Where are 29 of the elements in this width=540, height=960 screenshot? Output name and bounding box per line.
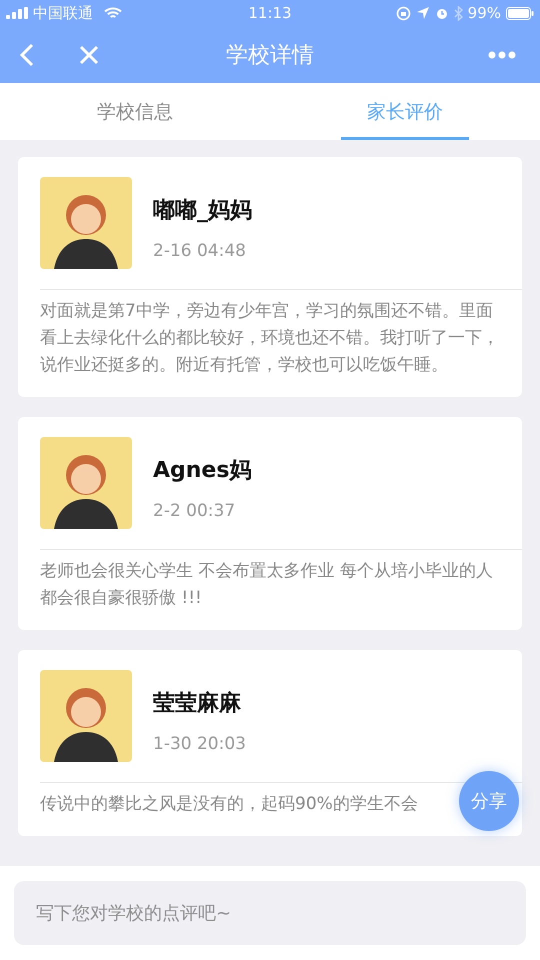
location-icon [416, 6, 430, 20]
review-text: 老师也会很关心学生 不会布置太多作业 每个从培小毕业的人都会很自豪很骄傲 !!! [40, 560, 494, 610]
wifi-icon [104, 6, 122, 20]
review-time: 2-2 00:37 [153, 501, 236, 521]
comment-field[interactable]: 写下您对学校的点评吧~ [14, 881, 526, 945]
review-text: 传说中的攀比之风是没有的，起码90%的学生不会 [40, 793, 418, 816]
avatar-icon [40, 177, 132, 269]
avatar-icon [40, 670, 132, 762]
alarm-icon [434, 6, 449, 20]
tab[interactable]: 学校信息 [71, 83, 199, 140]
reviewer-name: 嘟嘟_妈妈 [153, 197, 252, 225]
close-icon[interactable] [79, 44, 99, 64]
bluetooth-icon [454, 6, 463, 20]
battery-icon [506, 6, 534, 20]
tab[interactable]: 家长评价 [341, 83, 469, 140]
review-time: 1-30 20:03 [153, 734, 246, 754]
rotation-lock-icon [396, 6, 411, 20]
more-icon[interactable] [488, 50, 516, 58]
page-title: 学校详情 [226, 42, 314, 70]
back-icon[interactable] [20, 42, 34, 66]
reviewer-name: Agnes妈 [153, 457, 252, 485]
clock-time: 11:13 [248, 4, 292, 22]
avatar-icon [40, 437, 132, 529]
carrier-name: 中国联通 [33, 4, 93, 22]
battery-percent: 99% [468, 4, 501, 22]
signal-icon [6, 7, 28, 19]
review-time: 2-16 04:48 [153, 241, 247, 261]
reviewer-name: 莹莹麻麻 [153, 690, 242, 718]
review-text: 对面就是第7中学，旁边有少年宫，学习的氛围还不错。里面看上去绿化什么的都比较好，环境也还不错。我打听了一下，说作业还挺多的。附近有托管，学校也可以吃饭午睡。 [40, 300, 500, 377]
